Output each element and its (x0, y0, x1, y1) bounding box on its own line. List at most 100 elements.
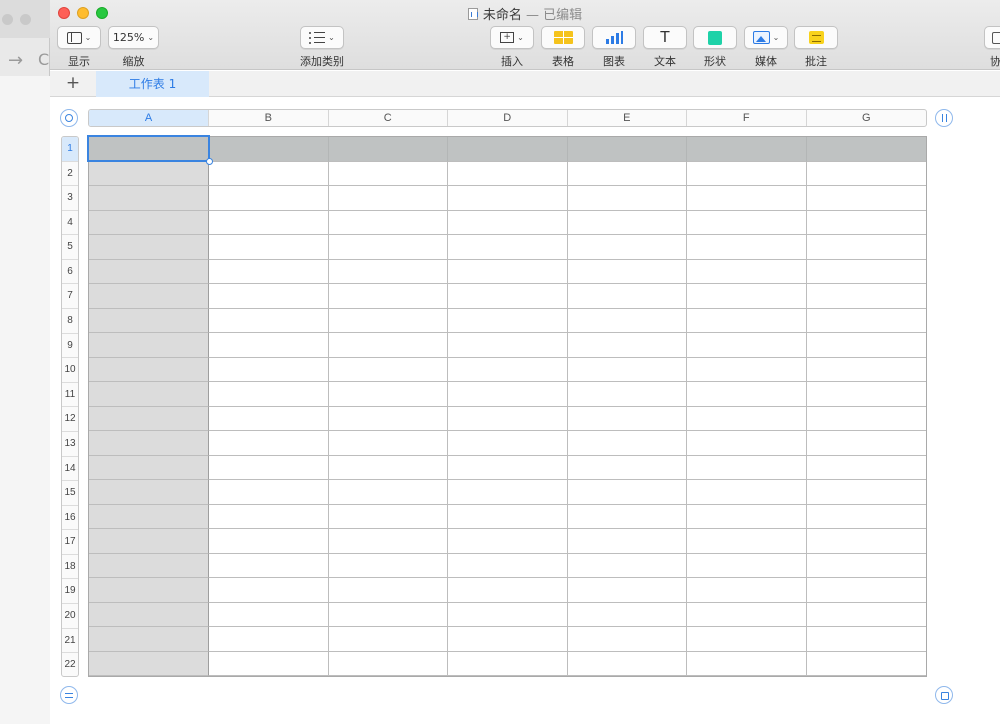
cell-c8[interactable] (328, 308, 448, 333)
cell-g12[interactable] (806, 406, 926, 431)
add-category-button[interactable]: ⌄ (300, 26, 344, 49)
row-header-10[interactable]: 10 (62, 358, 78, 383)
cell-a3[interactable] (89, 186, 209, 211)
row-header-19[interactable]: 19 (62, 579, 78, 604)
cell-d22[interactable] (448, 651, 568, 676)
cell-c5[interactable] (328, 235, 448, 260)
cell-e22[interactable] (567, 651, 687, 676)
cell-d20[interactable] (448, 602, 568, 627)
cell-d16[interactable] (448, 504, 568, 529)
select-table-handle[interactable] (60, 109, 78, 127)
cell-e20[interactable] (567, 602, 687, 627)
cell-e16[interactable] (567, 504, 687, 529)
row-header-1[interactable]: 1 (62, 137, 78, 162)
column-header-f[interactable]: F (687, 110, 807, 126)
cell-b13[interactable] (209, 431, 329, 456)
cell-g11[interactable] (806, 382, 926, 407)
cell-a15[interactable] (89, 480, 209, 505)
cell-d18[interactable] (448, 553, 568, 578)
comment-button[interactable] (794, 26, 838, 49)
cell-e4[interactable] (567, 210, 687, 235)
cell-e13[interactable] (567, 431, 687, 456)
cell-f12[interactable] (687, 406, 807, 431)
row-header-2[interactable]: 2 (62, 162, 78, 187)
cell-f11[interactable] (687, 382, 807, 407)
tab-sheet-1[interactable]: 工作表 1 (96, 71, 209, 97)
cell-g9[interactable] (806, 333, 926, 358)
cell-f17[interactable] (687, 529, 807, 554)
cell-e18[interactable] (567, 553, 687, 578)
cell-f10[interactable] (687, 357, 807, 382)
cell-c15[interactable] (328, 480, 448, 505)
cell-d14[interactable] (448, 455, 568, 480)
column-header-g[interactable]: G (807, 110, 927, 126)
cell-g4[interactable] (806, 210, 926, 235)
cell-d7[interactable] (448, 284, 568, 309)
cell-a11[interactable] (89, 382, 209, 407)
cell-d12[interactable] (448, 406, 568, 431)
cell-f22[interactable] (687, 651, 807, 676)
cell-a22[interactable] (89, 651, 209, 676)
text-button[interactable]: T (643, 26, 687, 49)
cell-f2[interactable] (687, 161, 807, 186)
cell-a12[interactable] (89, 406, 209, 431)
view-button[interactable]: ⌄ (57, 26, 101, 49)
column-header-d[interactable]: D (448, 110, 568, 126)
cell-c22[interactable] (328, 651, 448, 676)
cell-f15[interactable] (687, 480, 807, 505)
cell-e21[interactable] (567, 627, 687, 652)
cell-c2[interactable] (328, 161, 448, 186)
cell-g8[interactable] (806, 308, 926, 333)
row-header-3[interactable]: 3 (62, 186, 78, 211)
cell-c19[interactable] (328, 578, 448, 603)
column-header-c[interactable]: C (329, 110, 448, 126)
cell-b2[interactable] (209, 161, 329, 186)
column-header-e[interactable]: E (568, 110, 687, 126)
cell-d2[interactable] (448, 161, 568, 186)
cell-g6[interactable] (806, 259, 926, 284)
cell-f5[interactable] (687, 235, 807, 260)
media-button[interactable]: ⌄ (744, 26, 788, 49)
cell-g3[interactable] (806, 186, 926, 211)
cell-b6[interactable] (209, 259, 329, 284)
cell-a18[interactable] (89, 553, 209, 578)
cell-c11[interactable] (328, 382, 448, 407)
cell-b1[interactable] (209, 137, 329, 162)
cell-d3[interactable] (448, 186, 568, 211)
cell-g2[interactable] (806, 161, 926, 186)
cell-b15[interactable] (209, 480, 329, 505)
cell-d17[interactable] (448, 529, 568, 554)
cell-g14[interactable] (806, 455, 926, 480)
cell-g13[interactable] (806, 431, 926, 456)
chart-button[interactable] (592, 26, 636, 49)
row-header-4[interactable]: 4 (62, 211, 78, 236)
cell-c12[interactable] (328, 406, 448, 431)
cell-a5[interactable] (89, 235, 209, 260)
row-header-22[interactable]: 22 (62, 653, 78, 676)
cell-d10[interactable] (448, 357, 568, 382)
cell-e17[interactable] (567, 529, 687, 554)
cell-f16[interactable] (687, 504, 807, 529)
cell-g17[interactable] (806, 529, 926, 554)
row-header-8[interactable]: 8 (62, 309, 78, 334)
cell-g10[interactable] (806, 357, 926, 382)
cell-g19[interactable] (806, 578, 926, 603)
cell-g21[interactable] (806, 627, 926, 652)
cell-f3[interactable] (687, 186, 807, 211)
row-header-5[interactable]: 5 (62, 235, 78, 260)
row-header-17[interactable]: 17 (62, 530, 78, 555)
cell-f20[interactable] (687, 602, 807, 627)
row-header-21[interactable]: 21 (62, 629, 78, 654)
cell-g18[interactable] (806, 553, 926, 578)
cell-e10[interactable] (567, 357, 687, 382)
cell-f13[interactable] (687, 431, 807, 456)
row-header-15[interactable]: 15 (62, 481, 78, 506)
cell-a1[interactable] (89, 137, 209, 162)
row-header-12[interactable]: 12 (62, 407, 78, 432)
cell-c16[interactable] (328, 504, 448, 529)
cell-a9[interactable] (89, 333, 209, 358)
cell-e5[interactable] (567, 235, 687, 260)
add-row-handle[interactable] (60, 686, 78, 704)
cell-a14[interactable] (89, 455, 209, 480)
cell-g5[interactable] (806, 235, 926, 260)
